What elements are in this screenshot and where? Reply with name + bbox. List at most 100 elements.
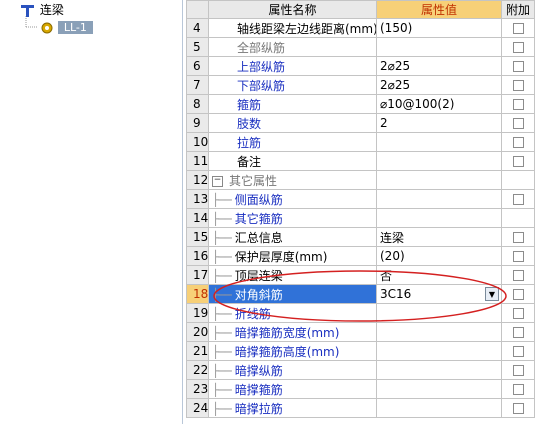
dropdown-arrow-icon[interactable]: ▼ — [485, 287, 499, 301]
vertical-scroll-area[interactable] — [535, 0, 557, 424]
header-num — [186, 0, 209, 19]
grid-row[interactable]: 23 ├── 暗撑箍筋 — [186, 379, 535, 399]
property-value-cell[interactable]: 3C16 ▼ — [376, 284, 502, 304]
property-value-cell[interactable] — [376, 170, 502, 190]
property-name-cell[interactable]: ├── 其它箍筋 — [208, 208, 377, 228]
property-value-cell[interactable] — [376, 379, 502, 399]
property-value-cell[interactable]: 2⌀25 — [376, 56, 502, 76]
grid-row[interactable]: 16 ├── 保护层厚度(mm) (20) — [186, 246, 535, 266]
property-value-cell[interactable] — [376, 398, 502, 418]
grid-row[interactable]: 6 上部纵筋 2⌀25 — [186, 56, 535, 76]
grid-row[interactable]: 7 下部纵筋 2⌀25 — [186, 75, 535, 95]
property-name-cell[interactable]: ├── 保护层厚度(mm) — [208, 246, 377, 266]
extra-checkbox[interactable] — [512, 232, 524, 243]
property-name-cell[interactable]: − 其它属性 — [208, 170, 377, 190]
property-value-cell[interactable]: 2⌀25 — [376, 75, 502, 95]
grid-row[interactable]: 8 箍筋 ⌀10@100(2) — [186, 94, 535, 114]
property-value-cell[interactable]: (150) — [376, 18, 502, 38]
grid-row[interactable]: 22 ├── 暗撑纵筋 — [186, 360, 535, 380]
property-name-cell[interactable]: ├── 顶层连梁 — [208, 265, 377, 285]
grid-row[interactable]: 21 ├── 暗撑箍筋高度(mm) — [186, 341, 535, 361]
grid-row[interactable]: 13 ├── 侧面纵筋 — [186, 189, 535, 209]
property-name-cell[interactable]: 下部纵筋 — [208, 75, 377, 95]
grid-row[interactable]: 17 ├── 顶层连梁否 — [186, 265, 535, 285]
property-value-cell[interactable] — [376, 303, 502, 323]
grid-row[interactable]: 15 ├── 汇总信息 连梁 — [186, 227, 535, 247]
property-name-cell[interactable]: ├── 折线筋 — [208, 303, 377, 323]
property-value-cell[interactable]: ⌀10@100(2) — [376, 94, 502, 114]
extra-checkbox[interactable] — [512, 137, 524, 148]
property-name: 暗撑箍筋宽度(mm) — [234, 325, 340, 340]
extra-checkbox[interactable] — [512, 327, 524, 338]
property-name-cell[interactable]: ├── 暗撑纵筋 — [208, 360, 377, 380]
extra-checkbox[interactable] — [512, 42, 524, 53]
extra-checkbox[interactable] — [512, 384, 524, 395]
grid-row[interactable]: 24 ├── 暗撑拉筋 — [186, 398, 535, 418]
collapse-icon[interactable]: − — [212, 175, 223, 187]
property-name-cell[interactable]: 轴线距梁左边线距离(mm) — [208, 18, 377, 38]
extra-checkbox[interactable] — [512, 61, 524, 72]
property-value: 2⌀25 — [380, 59, 411, 73]
extra-cell — [501, 227, 535, 247]
property-name-cell[interactable]: 上部纵筋 — [208, 56, 377, 76]
grid-row[interactable]: 4 轴线距梁左边线距离(mm) (150) — [186, 18, 535, 38]
extra-checkbox[interactable] — [512, 289, 524, 300]
extra-checkbox[interactable] — [512, 365, 524, 376]
property-value: (20) — [380, 249, 405, 263]
grid-row[interactable]: 11 备注 — [186, 151, 535, 171]
property-value-cell[interactable]: (20) — [376, 246, 502, 266]
grid-row[interactable]: 5 全部纵筋 — [186, 37, 535, 57]
property-value-cell[interactable] — [376, 322, 502, 342]
property-grid: 属性名称 属性值 附加 4 轴线距梁左边线距离(mm) (150) 5 全部纵筋 6 上部纵… — [186, 0, 557, 424]
property-value-cell[interactable]: 否 — [376, 265, 502, 285]
property-name-cell[interactable]: ├── 汇总信息 — [208, 227, 377, 247]
extra-checkbox[interactable] — [512, 156, 524, 167]
grid-row[interactable]: 18 ├── 对角斜筋 3C16 ▼ — [186, 284, 535, 304]
property-name-cell[interactable]: ├── 暗撑箍筋宽度(mm) — [208, 322, 377, 342]
property-name-cell[interactable]: 箍筋 — [208, 94, 377, 114]
extra-checkbox[interactable] — [512, 118, 524, 129]
extra-checkbox[interactable] — [512, 346, 524, 357]
property-name-cell[interactable]: 全部纵筋 — [208, 37, 377, 57]
property-name-cell[interactable]: ├── 暗撑拉筋 — [208, 398, 377, 418]
property-value-cell[interactable] — [376, 208, 502, 228]
extra-checkbox[interactable] — [512, 80, 524, 91]
property-name-cell[interactable]: ├── 暗撑箍筋高度(mm) — [208, 341, 377, 361]
extra-checkbox[interactable] — [512, 270, 524, 281]
extra-checkbox[interactable] — [512, 403, 524, 414]
row-number: 6 — [186, 56, 209, 76]
extra-checkbox[interactable] — [512, 99, 524, 110]
grid-row[interactable]: 20 ├── 暗撑箍筋宽度(mm) — [186, 322, 535, 342]
property-value-cell[interactable] — [376, 37, 502, 57]
tree-branch-icon: ├── — [212, 287, 232, 302]
tree-node-root[interactable]: 连梁 — [20, 2, 64, 18]
property-value-cell[interactable]: 连梁 — [376, 227, 502, 247]
grid-row[interactable]: 19 ├── 折线筋 — [186, 303, 535, 323]
property-name-cell[interactable]: ├── 侧面纵筋 — [208, 189, 377, 209]
property-name-cell[interactable]: 拉筋 — [208, 132, 377, 152]
property-value-cell[interactable] — [376, 341, 502, 361]
property-value: ⌀10@100(2) — [380, 97, 455, 111]
grid-row[interactable]: 14 ├── 其它箍筋 — [186, 208, 535, 228]
extra-checkbox[interactable] — [512, 194, 524, 205]
property-value-cell[interactable] — [376, 132, 502, 152]
property-value-cell[interactable] — [376, 360, 502, 380]
property-name-cell[interactable]: 备注 — [208, 151, 377, 171]
property-value-cell[interactable]: 2 — [376, 113, 502, 133]
extra-cell — [501, 189, 535, 209]
property-name-cell[interactable]: ├── 暗撑箍筋 — [208, 379, 377, 399]
tree-node-child[interactable]: LL-1 — [40, 19, 93, 35]
extra-checkbox[interactable] — [512, 308, 524, 319]
grid-row[interactable]: 10 拉筋 — [186, 132, 535, 152]
property-value: 否 — [380, 268, 393, 283]
property-value-cell[interactable] — [376, 189, 502, 209]
property-name-cell[interactable]: ├── 对角斜筋 — [208, 284, 377, 304]
extra-checkbox[interactable] — [512, 251, 524, 262]
extra-checkbox[interactable] — [512, 23, 524, 34]
property-value-cell[interactable] — [376, 151, 502, 171]
property-name: 暗撑箍筋高度(mm) — [234, 344, 340, 359]
property-name-cell[interactable]: 肢数 — [208, 113, 377, 133]
grid-row[interactable]: 12− 其它属性 — [186, 170, 535, 190]
grid-row[interactable]: 9 肢数 2 — [186, 113, 535, 133]
row-number: 11 — [186, 151, 209, 171]
